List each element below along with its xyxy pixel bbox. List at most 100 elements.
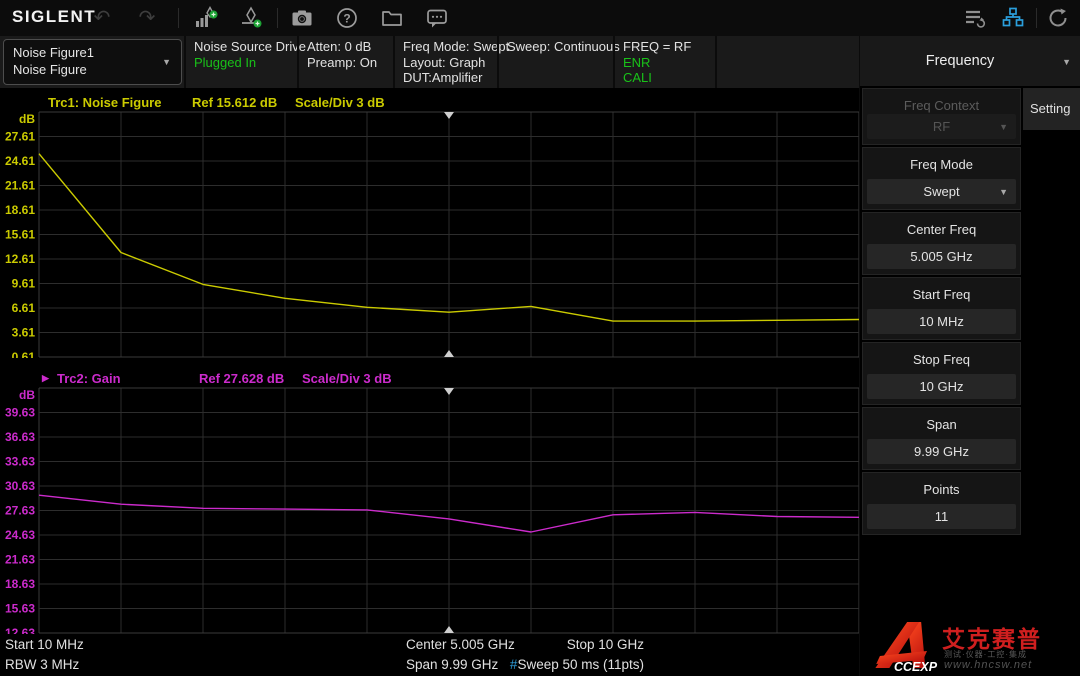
menu-item-value: 5.005 GHz <box>910 249 972 264</box>
points-field[interactable]: 11 <box>867 504 1016 529</box>
svg-text:0.61: 0.61 <box>12 350 36 358</box>
menu-item-value: 9.99 GHz <box>914 444 969 459</box>
svg-text:27.61: 27.61 <box>5 130 35 144</box>
menu-item-freq-mode[interactable]: Freq Mode Swept ▼ <box>862 147 1021 210</box>
add-trace-icon[interactable] <box>192 4 220 32</box>
tab-setting[interactable]: Setting <box>1023 88 1080 130</box>
stop-freq-field[interactable]: 10 GHz <box>867 374 1016 399</box>
menu-item-label: Points <box>863 482 1020 497</box>
svg-text:3.61: 3.61 <box>12 326 36 340</box>
toolbar-divider <box>178 8 179 28</box>
empty-segment <box>715 36 859 88</box>
menu-item-points[interactable]: Points 11 <box>862 472 1021 535</box>
add-marker-icon[interactable] <box>238 4 266 32</box>
svg-text:6.61: 6.61 <box>12 301 36 315</box>
svg-text:dB: dB <box>19 112 35 126</box>
ccexp-text: CCEXP <box>894 660 938 674</box>
tab-setting-label: Setting <box>1030 101 1070 116</box>
segment-line: DUT:Amplifier <box>403 70 497 86</box>
sweep-segment[interactable]: Sweep: Continuous <box>497 36 613 88</box>
menu-item-stop-freq[interactable]: Stop Freq 10 GHz <box>862 342 1021 405</box>
chevron-down-icon: ▼ <box>162 57 171 67</box>
sidebar-header-frequency[interactable]: Frequency ▼ <box>860 36 1080 88</box>
sweep-text: Sweep 50 ms (11pts) <box>517 657 644 672</box>
trace1-plot[interactable]: dB27.6124.6121.6118.6115.6112.619.616.61… <box>0 111 862 358</box>
sequence-list-icon[interactable] <box>961 4 989 32</box>
segment-line: Atten: 0 dB <box>307 39 393 55</box>
svg-text:24.61: 24.61 <box>5 154 35 168</box>
freqmode-layout-segment[interactable]: Freq Mode: Swept Layout: Graph DUT:Ampli… <box>393 36 497 88</box>
active-trace-icon: ▶ <box>42 373 49 384</box>
help-icon[interactable]: ? <box>333 4 361 32</box>
segment-line: Plugged In <box>194 55 297 71</box>
trace1-scale-div[interactable]: Scale/Div 3 dB <box>295 95 385 110</box>
menu-item-value: 10 GHz <box>919 379 963 394</box>
start-freq-readout: Start 10 MHz <box>5 637 84 652</box>
noise-source-segment[interactable]: Noise Source Drive Plugged In <box>184 36 297 88</box>
sweep-time-readout: #Sweep 50 ms (11pts) <box>510 657 644 672</box>
freq-enr-cali-segment[interactable]: FREQ = RF ENR CALI <box>613 36 715 88</box>
preset-reset-icon[interactable] <box>1044 4 1072 32</box>
menu-item-label: Center Freq <box>863 222 1020 237</box>
freq-mode-dropdown[interactable]: Swept ▼ <box>867 179 1016 204</box>
svg-text:18.63: 18.63 <box>5 577 35 591</box>
svg-text:21.61: 21.61 <box>5 179 35 193</box>
menu-item-value: 10 MHz <box>919 314 964 329</box>
ccexp-watermark: CCEXP 艾克赛普 测试·仪器·工控·集成 www.hncsw.net <box>874 618 1078 676</box>
trace2-plot[interactable]: dB39.6336.6333.6330.6327.6324.6321.6318.… <box>0 387 862 634</box>
sidebar-menu: Frequency ▼ Setting Freq Context RF ▼ Fr… <box>859 36 1080 676</box>
segment-line: ENR <box>623 55 715 71</box>
undo-icon[interactable]: ↶ <box>88 4 116 32</box>
siglent-logo: SIGLENT <box>12 7 96 27</box>
menu-item-label: Stop Freq <box>863 352 1020 367</box>
menu-item-label: Freq Mode <box>863 157 1020 172</box>
trace2-label[interactable]: Trc2: Gain <box>57 371 121 386</box>
svg-text:24.63: 24.63 <box>5 528 35 542</box>
top-toolbar: SIGLENT ↶ ↷ <box>0 0 1080 36</box>
menu-column: Freq Context RF ▼ Freq Mode Swept ▼ Cent… <box>862 88 1021 537</box>
trace2-scale-div[interactable]: Scale/Div 3 dB <box>302 371 392 386</box>
segment-line: FREQ = RF <box>623 39 715 55</box>
file-folder-icon[interactable] <box>378 4 406 32</box>
menu-item-center-freq[interactable]: Center Freq 5.005 GHz <box>862 212 1021 275</box>
menu-item-start-freq[interactable]: Start Freq 10 MHz <box>862 277 1021 340</box>
graph-area: Trc1: Noise Figure Ref 15.612 dB Scale/D… <box>0 88 862 634</box>
trace2-header: ▶ Trc2: Gain Ref 27.628 dB Scale/Div 3 d… <box>0 371 860 387</box>
message-bubble-icon[interactable] <box>423 4 451 32</box>
channel-selector[interactable]: Noise Figure1 Noise Figure ▼ <box>3 39 182 85</box>
screenshot-camera-icon[interactable] <box>288 4 316 32</box>
menu-item-value: RF <box>933 119 950 134</box>
sidebar-title: Frequency <box>860 53 1060 69</box>
stop-freq-readout: Stop 10 GHz <box>567 637 644 652</box>
toolbar-divider <box>1036 8 1037 28</box>
trace1-label[interactable]: Trc1: Noise Figure <box>48 95 161 110</box>
segment-line: CALI <box>623 70 715 86</box>
redo-icon[interactable]: ↷ <box>133 4 161 32</box>
span-field[interactable]: 9.99 GHz <box>867 439 1016 464</box>
center-freq-field[interactable]: 5.005 GHz <box>867 244 1016 269</box>
menu-item-label: Span <box>863 417 1020 432</box>
span-readout: Span 9.99 GHz <box>406 657 498 672</box>
svg-text:27.63: 27.63 <box>5 504 35 518</box>
trace1-header: Trc1: Noise Figure Ref 15.612 dB Scale/D… <box>0 95 860 111</box>
center-freq-readout: Center 5.005 GHz <box>406 637 515 652</box>
ccexp-logo-icon: CCEXP <box>874 618 942 676</box>
svg-text:?: ? <box>343 12 350 26</box>
svg-text:15.61: 15.61 <box>5 228 35 242</box>
toolbar-divider <box>277 8 278 28</box>
svg-text:30.63: 30.63 <box>5 479 35 493</box>
chevron-down-icon: ▼ <box>999 180 1008 205</box>
watermark-url: www.hncsw.net <box>944 659 1032 671</box>
menu-item-span[interactable]: Span 9.99 GHz <box>862 407 1021 470</box>
network-lan-icon[interactable] <box>999 4 1027 32</box>
trace2-ref-level[interactable]: Ref 27.628 dB <box>199 371 284 386</box>
svg-text:12.63: 12.63 <box>5 626 35 634</box>
svg-text:21.63: 21.63 <box>5 553 35 567</box>
trace1-ref-level[interactable]: Ref 15.612 dB <box>192 95 277 110</box>
svg-text:dB: dB <box>19 388 35 402</box>
sweep-annotation-bar: Start 10 MHz RBW 3 MHz Center 5.005 GHz … <box>0 634 862 676</box>
chevron-down-icon: ▼ <box>1062 57 1071 67</box>
instrument-screen: SIGLENT ↶ ↷ <box>0 0 1080 676</box>
start-freq-field[interactable]: 10 MHz <box>867 309 1016 334</box>
atten-preamp-segment[interactable]: Atten: 0 dB Preamp: On <box>297 36 393 88</box>
